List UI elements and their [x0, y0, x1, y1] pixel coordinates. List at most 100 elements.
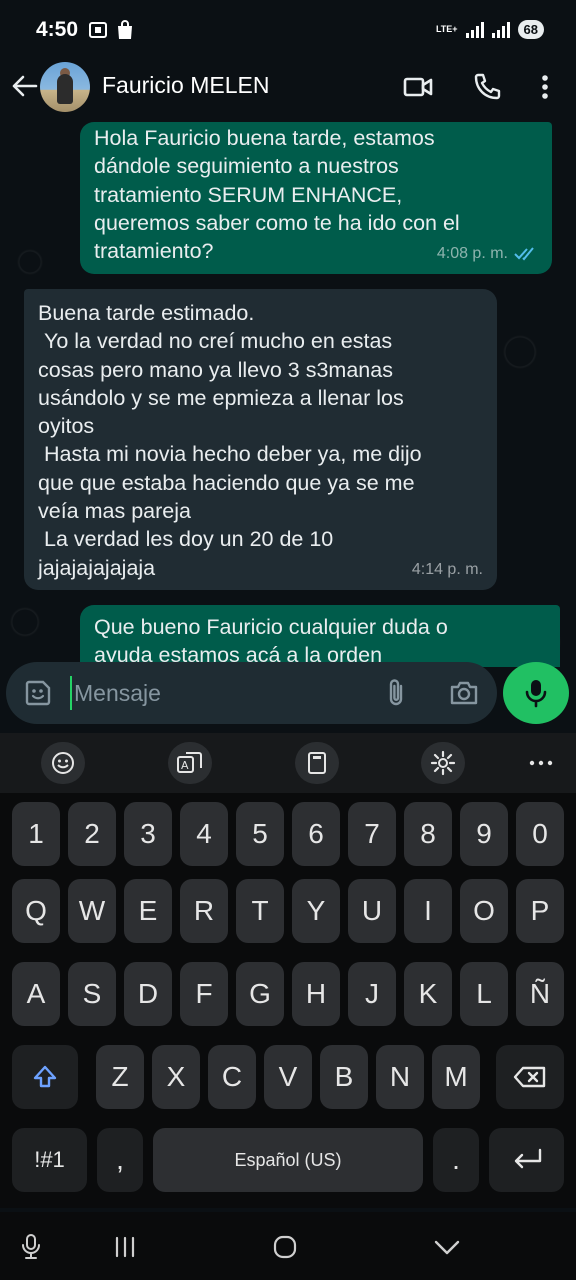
chat-area[interactable]: Hola Fauricio buena tarde, estamos dándo… — [0, 122, 576, 667]
keyboard: 1 2 3 4 5 6 7 8 9 0 Q W E R T Y U I O P … — [0, 793, 576, 1208]
system-navigation-bar — [0, 1212, 576, 1280]
key-5[interactable]: 5 — [236, 802, 284, 866]
key-g[interactable]: G — [236, 962, 284, 1026]
key-t[interactable]: T — [236, 879, 284, 943]
key-2[interactable]: 2 — [68, 802, 116, 866]
chat-header: Fauricio MELEN — [0, 62, 576, 112]
period-key[interactable]: . — [433, 1128, 479, 1192]
settings-button[interactable] — [421, 742, 465, 784]
translate-button[interactable]: A — [168, 742, 212, 784]
shift-key[interactable] — [12, 1045, 78, 1109]
emoji-button[interactable] — [41, 742, 85, 784]
key-s[interactable]: S — [68, 962, 116, 1026]
composer-box — [6, 662, 497, 724]
key-4[interactable]: 4 — [180, 802, 228, 866]
clipboard-icon — [308, 752, 326, 774]
key-v[interactable]: V — [264, 1045, 312, 1109]
avatar-figure-body — [57, 74, 73, 104]
sticker-icon[interactable] — [24, 679, 52, 707]
key-c[interactable]: C — [208, 1045, 256, 1109]
more-options-icon[interactable] — [529, 759, 553, 767]
more-options-icon[interactable] — [530, 72, 560, 102]
key-h[interactable]: H — [292, 962, 340, 1026]
key-o[interactable]: O — [460, 879, 508, 943]
screenshot-icon — [89, 22, 107, 38]
back-button[interactable] — [432, 1234, 462, 1260]
space-key[interactable]: Español (US) — [153, 1128, 423, 1192]
signal-icon-secondary — [491, 21, 510, 38]
voice-message-button[interactable] — [503, 662, 569, 724]
battery-level: 68 — [523, 22, 538, 37]
key-9[interactable]: 9 — [460, 802, 508, 866]
key-z[interactable]: Z — [96, 1045, 144, 1109]
key-w[interactable]: W — [68, 879, 116, 943]
read-receipt-icon — [514, 247, 534, 261]
shift-icon — [33, 1065, 57, 1088]
key-b[interactable]: B — [320, 1045, 368, 1109]
key-f[interactable]: F — [180, 962, 228, 1026]
key-6[interactable]: 6 — [292, 802, 340, 866]
attach-icon[interactable] — [385, 678, 407, 708]
gear-icon — [430, 750, 456, 776]
comma-key[interactable]: , — [97, 1128, 143, 1192]
network-type: LTE+ — [435, 24, 458, 34]
key-y[interactable]: Y — [292, 879, 340, 943]
key-n-tilde[interactable]: Ñ — [516, 962, 564, 1026]
composer — [0, 662, 576, 726]
message-bubble-outgoing[interactable]: Que bueno Fauricio cualquier duda o ayud… — [80, 605, 560, 667]
signal-icon — [465, 21, 484, 38]
key-j[interactable]: J — [348, 962, 396, 1026]
key-m[interactable]: M — [432, 1045, 480, 1109]
key-x[interactable]: X — [152, 1045, 200, 1109]
phone-call-icon[interactable] — [472, 72, 502, 102]
key-a[interactable]: A — [12, 962, 60, 1026]
battery-indicator: 68 — [517, 20, 544, 39]
video-call-icon[interactable] — [403, 72, 433, 102]
chevron-down-icon — [434, 1240, 460, 1255]
message-time: 4:08 p. m. — [436, 244, 508, 262]
key-7[interactable]: 7 — [348, 802, 396, 866]
symbols-key[interactable]: !#1 — [12, 1128, 87, 1192]
enter-icon — [514, 1148, 541, 1169]
message-input[interactable] — [70, 676, 370, 710]
camera-icon[interactable] — [449, 679, 479, 707]
key-n[interactable]: N — [376, 1045, 424, 1109]
backspace-key[interactable] — [496, 1045, 564, 1109]
key-p[interactable]: P — [516, 879, 564, 943]
key-3[interactable]: 3 — [124, 802, 172, 866]
key-d[interactable]: D — [124, 962, 172, 1026]
key-i[interactable]: I — [404, 879, 452, 943]
translate-icon: A — [177, 752, 202, 773]
back-arrow-icon[interactable] — [10, 72, 38, 100]
key-u[interactable]: U — [348, 879, 396, 943]
message-meta: 4:08 p. m. — [437, 240, 538, 268]
shopping-bag-icon — [118, 20, 132, 39]
clipboard-button[interactable] — [295, 742, 339, 784]
message-time: 4:14 p. m. — [411, 560, 483, 578]
status-system-icons: LTE+ 68 — [436, 20, 544, 39]
status-notification-icons — [88, 20, 134, 40]
key-q[interactable]: Q — [12, 879, 60, 943]
message-bubble-outgoing[interactable]: Hola Fauricio buena tarde, estamos dándo… — [80, 122, 552, 274]
microphone-icon — [525, 680, 547, 708]
message-meta: 4:14 p. m. — [412, 556, 483, 584]
contact-avatar[interactable] — [40, 62, 90, 112]
key-e[interactable]: E — [124, 879, 172, 943]
message-bubble-incoming[interactable]: Buena tarde estimado. Yo la verdad no cr… — [24, 289, 497, 590]
emoji-icon — [52, 752, 74, 774]
key-8[interactable]: 8 — [404, 802, 452, 866]
home-button[interactable] — [270, 1234, 300, 1260]
key-1[interactable]: 1 — [12, 802, 60, 866]
voice-input-button[interactable] — [16, 1234, 46, 1260]
microphone-icon — [22, 1234, 40, 1259]
recent-apps-button[interactable] — [110, 1234, 140, 1260]
key-k[interactable]: K — [404, 962, 452, 1026]
backspace-icon — [513, 1066, 546, 1088]
message-text: Que bueno Fauricio cualquier duda o ayud… — [94, 615, 448, 667]
key-l[interactable]: L — [460, 962, 508, 1026]
status-bar: 4:50 LTE+ 68 — [0, 0, 576, 62]
contact-name[interactable]: Fauricio MELEN — [102, 72, 269, 99]
key-0[interactable]: 0 — [516, 802, 564, 866]
key-r[interactable]: R — [180, 879, 228, 943]
enter-key[interactable] — [489, 1128, 564, 1192]
